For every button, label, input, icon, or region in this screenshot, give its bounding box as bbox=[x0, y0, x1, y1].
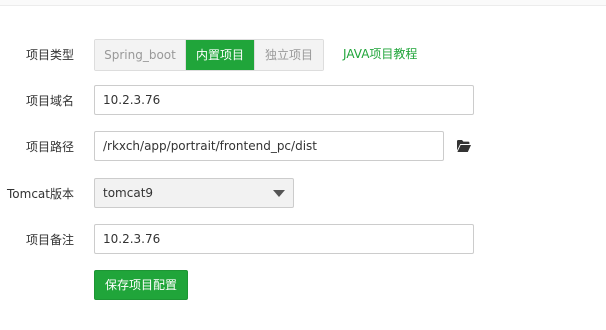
top-divider bbox=[0, 0, 606, 6]
tomcat-version-value: tomcat9 bbox=[103, 186, 154, 200]
project-type-label: 项目类型 bbox=[25, 48, 74, 62]
type-option-builtin[interactable]: 内置项目 bbox=[186, 40, 255, 70]
save-config-button[interactable]: 保存项目配置 bbox=[94, 270, 188, 300]
project-note-input[interactable]: 10.2.3.76 bbox=[94, 224, 474, 254]
project-path-label: 项目路径 bbox=[25, 140, 74, 154]
project-note-label: 项目备注 bbox=[25, 233, 74, 247]
project-domain-label: 项目域名 bbox=[25, 94, 74, 108]
type-option-spring-boot[interactable]: Spring_boot bbox=[95, 40, 186, 70]
project-path-input[interactable]: /rkxch/app/portrait/frontend_pc/dist bbox=[94, 131, 444, 161]
project-type-row: 项目类型 Spring_boot 内置项目 独立项目 JAVA项目教程 bbox=[0, 39, 606, 71]
chevron-down-icon bbox=[273, 190, 285, 197]
project-domain-row: 项目域名 10.2.3.76 bbox=[0, 85, 606, 117]
project-type-segmented: Spring_boot 内置项目 独立项目 bbox=[94, 39, 324, 71]
project-path-row: 项目路径 /rkxch/app/portrait/frontend_pc/dis… bbox=[0, 131, 606, 163]
tomcat-version-label: Tomcat版本 bbox=[7, 187, 74, 201]
tomcat-version-select[interactable]: tomcat9 bbox=[94, 178, 294, 208]
folder-open-icon[interactable] bbox=[457, 140, 471, 152]
project-domain-input[interactable]: 10.2.3.76 bbox=[94, 85, 474, 115]
java-tutorial-link[interactable]: JAVA项目教程 bbox=[343, 39, 417, 69]
tomcat-version-row: Tomcat版本 tomcat9 bbox=[0, 178, 606, 210]
project-note-row: 项目备注 10.2.3.76 bbox=[0, 224, 606, 256]
type-option-standalone[interactable]: 独立项目 bbox=[255, 40, 323, 70]
